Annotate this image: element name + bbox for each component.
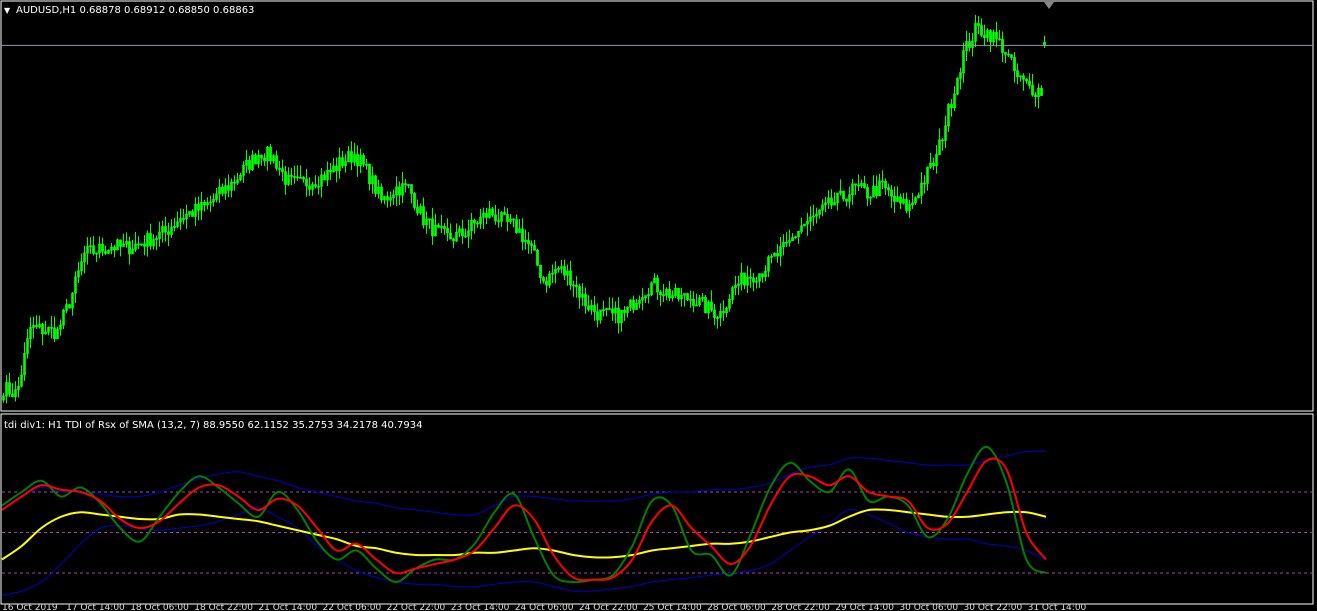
time-axis-label: 22 Oct 22:00 <box>387 603 446 611</box>
time-axis-label: 23 Oct 14:00 <box>451 603 510 611</box>
time-axis-label: 16 Oct 2019 <box>2 603 58 611</box>
time-axis-label: 22 Oct 06:00 <box>323 603 382 611</box>
candle <box>116 238 119 251</box>
collapse-arrow-icon[interactable]: ▼ <box>4 6 11 15</box>
time-axis-label: 18 Oct 06:00 <box>130 603 189 611</box>
candle <box>68 303 71 309</box>
time-axis-label: 28 Oct 06:00 <box>707 603 766 611</box>
candle <box>803 223 806 227</box>
time-axis-label: 24 Oct 06:00 <box>515 603 574 611</box>
time-axis-label: 17 Oct 14:00 <box>66 603 125 611</box>
candle <box>536 248 539 267</box>
price-panel-header: AUDUSD,H1 0.68878 0.68912 0.68850 0.6886… <box>16 5 254 16</box>
time-axis-label: 31 Oct 14:00 <box>1028 603 1087 611</box>
candle <box>413 192 416 211</box>
chart-window: ▼ AUDUSD,H1 0.68878 0.68912 0.68850 0.68… <box>0 0 1317 611</box>
time-axis-label: 30 Oct 22:00 <box>964 603 1023 611</box>
candle <box>650 281 653 297</box>
time-axis: 16 Oct 2019 17 Oct 14:00 18 Oct 06:00 18 Oc… <box>2 603 1087 611</box>
candle <box>107 249 110 255</box>
time-axis-label: 21 Oct 14:00 <box>258 603 317 611</box>
time-axis-label: 30 Oct 06:00 <box>899 603 958 611</box>
time-axis-label: 25 Oct 14:00 <box>643 603 702 611</box>
candle <box>374 174 377 198</box>
indicator-panel-header: tdi div1: H1 TDI of Rsx of SMA (13,2, 7)… <box>4 420 423 431</box>
candle <box>254 153 257 165</box>
time-axis-label: 28 Oct 22:00 <box>771 603 830 611</box>
candle <box>956 77 959 96</box>
candle <box>704 295 707 314</box>
time-axis-label: 24 Oct 22:00 <box>579 603 638 611</box>
candle <box>686 292 689 301</box>
time-axis-label: 18 Oct 22:00 <box>194 603 253 611</box>
time-axis-label: 29 Oct 14:00 <box>835 603 894 611</box>
